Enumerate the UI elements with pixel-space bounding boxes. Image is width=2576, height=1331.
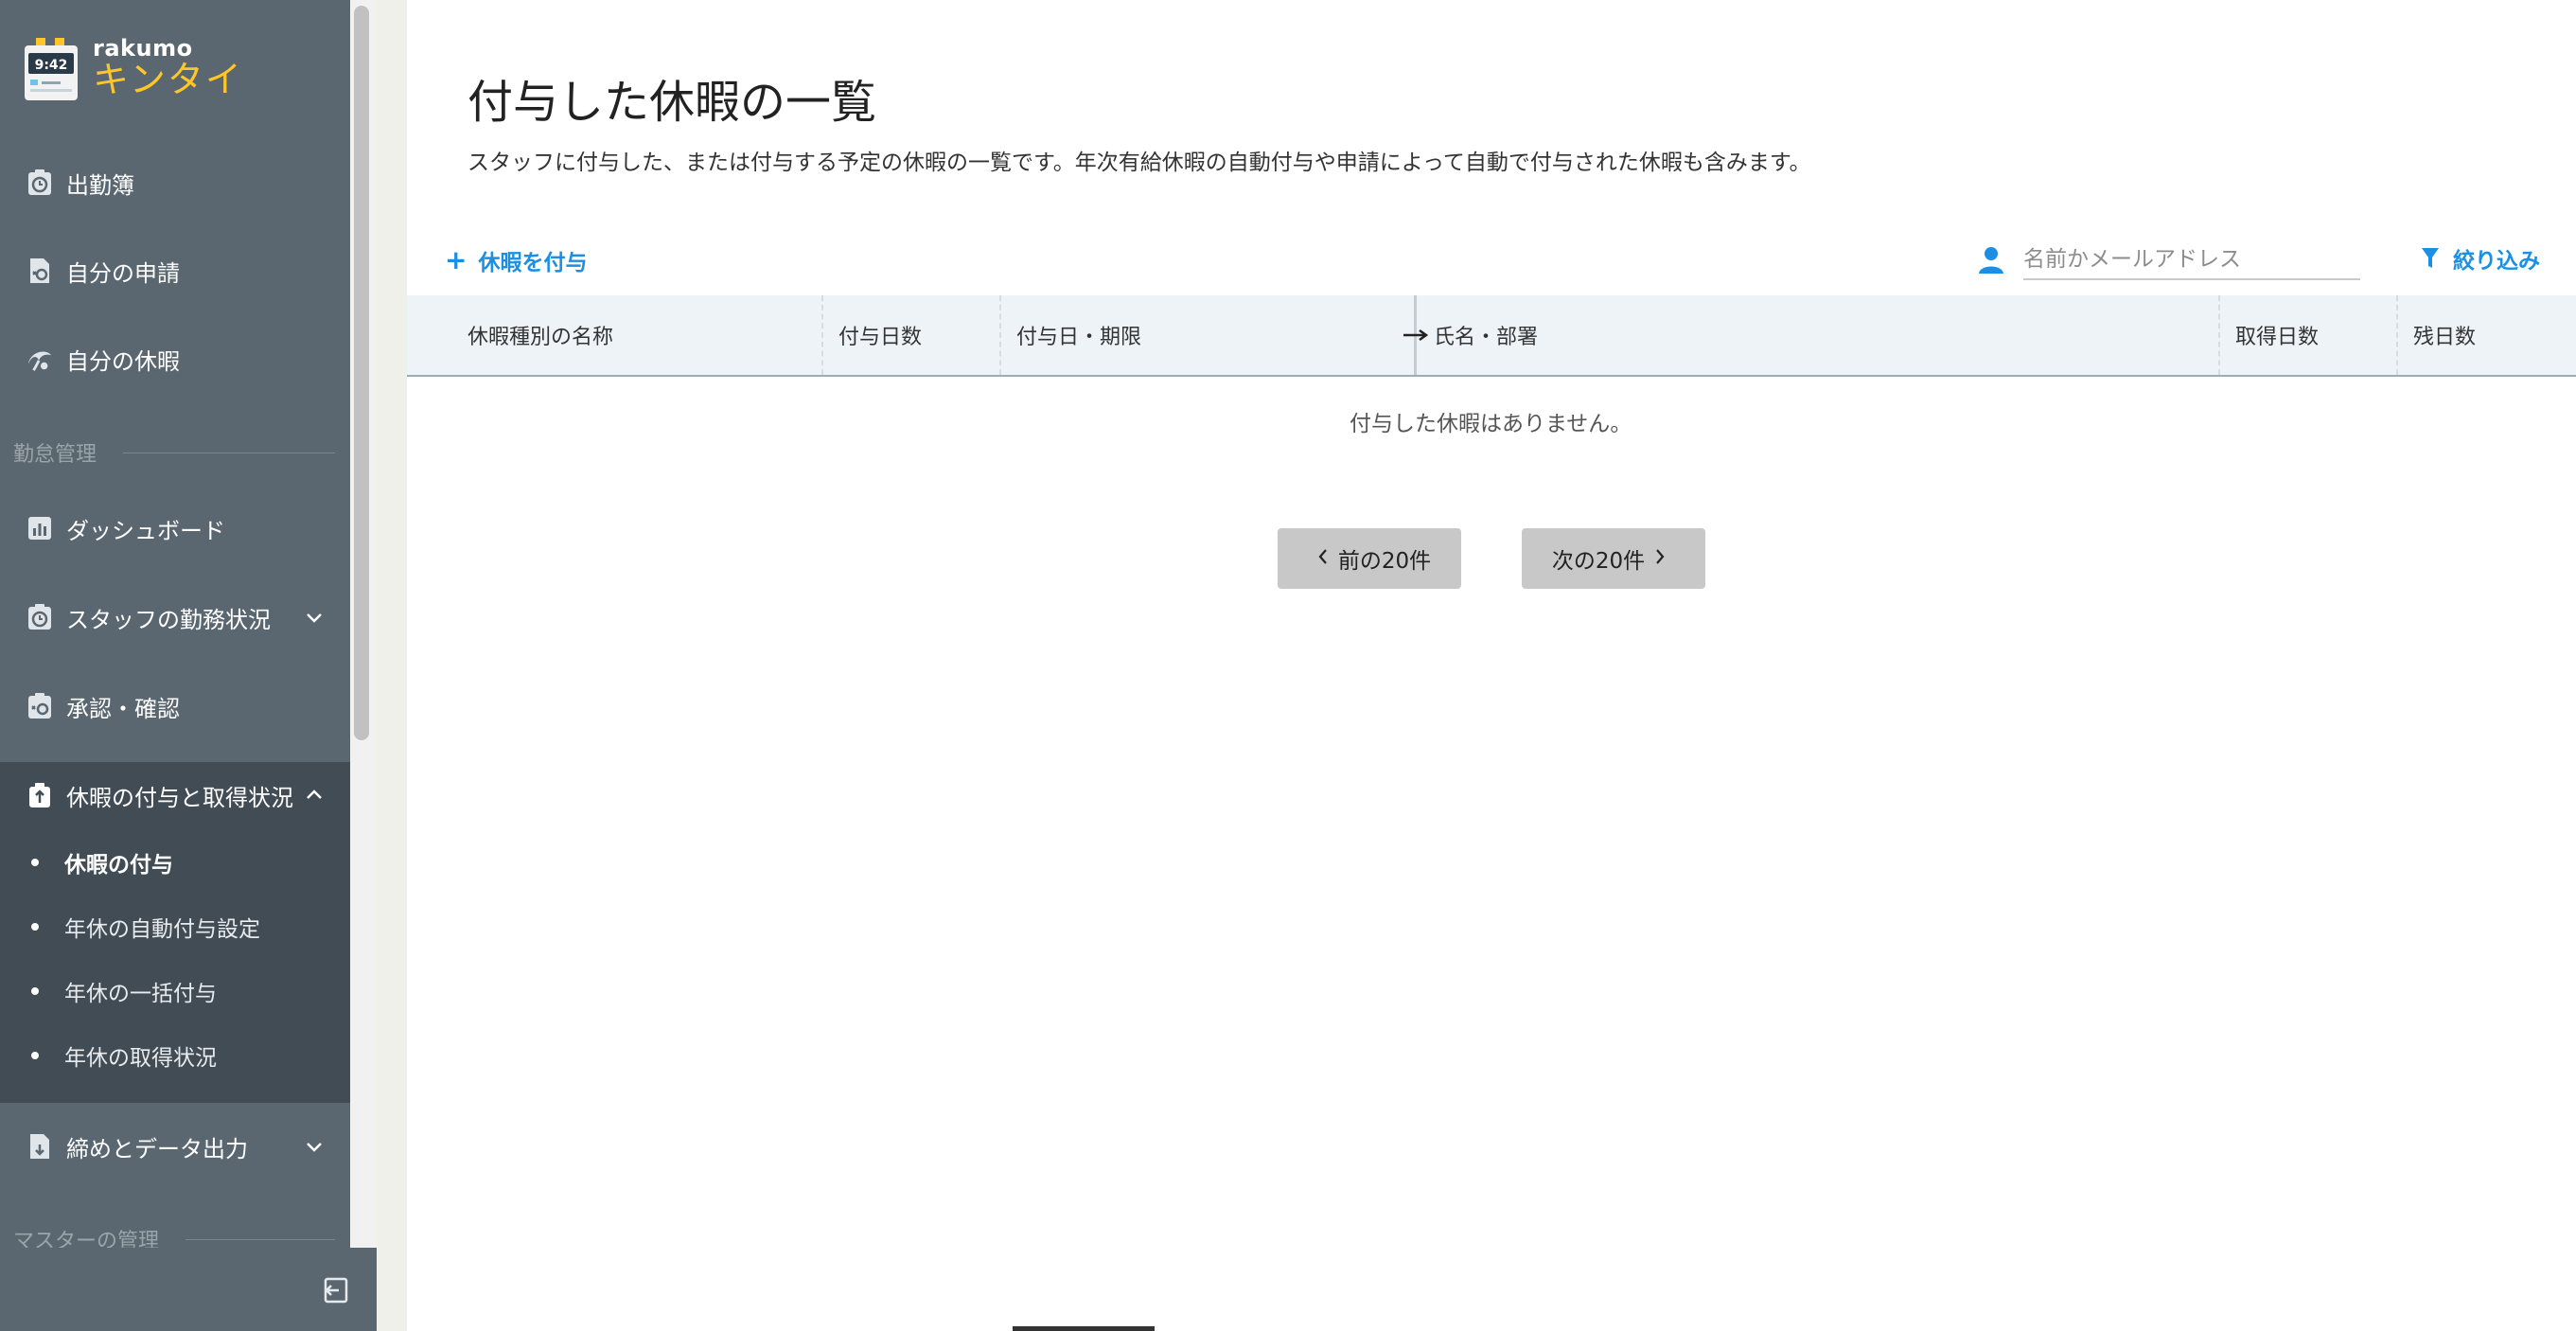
- column-header-used-days[interactable]: 取得日数: [2235, 295, 2319, 375]
- clock-badge-icon: [26, 604, 53, 630]
- sidebar-item-my-requests[interactable]: 自分の申請: [0, 242, 350, 299]
- bullet-dot: [31, 923, 39, 931]
- chevron-up-icon[interactable]: [303, 784, 326, 807]
- column-header-leave-type[interactable]: 休暇種別の名称: [468, 295, 613, 375]
- sidebar-item-leave-grant-status[interactable]: 休暇の付与と取得状況: [0, 767, 350, 824]
- sidebar-item-label: 休暇の付与と取得状況: [66, 784, 293, 811]
- sidebar-subitem-leave-grant[interactable]: 休暇の付与: [0, 834, 350, 891]
- sidebar-subitem-label: 休暇の付与: [64, 853, 173, 878]
- section-divider: [185, 1238, 335, 1240]
- sidebar-footer: [0, 1248, 377, 1331]
- column-header-granted-days[interactable]: 付与日数: [838, 295, 922, 375]
- plus-icon: +: [445, 244, 468, 275]
- chevron-down-icon[interactable]: [303, 1135, 326, 1158]
- add-leave-label: 休暇を付与: [478, 251, 588, 275]
- sidebar-item-label: 出勤簿: [66, 171, 134, 199]
- table-header: 休暇種別の名称 付与日数 付与日・期限 氏名・部署 取得日数 残日数: [407, 295, 2576, 377]
- sidebar-item-closing-export[interactable]: 締めとデータ出力: [0, 1118, 350, 1175]
- document-request-icon: [26, 257, 53, 284]
- sidebar-item-attendance-book[interactable]: 出勤簿: [0, 154, 350, 211]
- sidebar-item-label: 自分の休暇: [66, 347, 180, 375]
- sidebar-item-label: 締めとデータ出力: [66, 1135, 248, 1162]
- clock-display: 9:42: [35, 58, 68, 73]
- column-divider: [999, 295, 1001, 375]
- column-divider: [821, 295, 823, 375]
- sidebar-subitem-label: 年休の自動付与設定: [64, 917, 260, 942]
- chevron-left-icon: [1317, 547, 1329, 571]
- empty-state-message: 付与した休暇はありません。: [1350, 412, 1632, 436]
- person-icon: [1978, 246, 2004, 275]
- sidebar-item-label: ダッシュボード: [66, 517, 225, 544]
- prev-page-label: 前の20件: [1337, 549, 1432, 574]
- main-content: 付与した休暇の一覧 スタッフに付与した、または付与する予定の休暇の一覧です。年次…: [407, 0, 2576, 1331]
- column-header-remaining-days[interactable]: 残日数: [2413, 295, 2476, 375]
- add-leave-button[interactable]: + 休暇を付与: [445, 244, 587, 276]
- prev-page-button[interactable]: 前の20件: [1278, 528, 1461, 589]
- sidebar-subitem-label: 年休の一括付与: [64, 982, 217, 1006]
- bullet-dot: [31, 1052, 39, 1059]
- sidebar: 9:42 rakumo キンタイ 出勤簿 自分の申請 自分の休暇 勤怠管理 ダッ…: [0, 0, 350, 1331]
- app-logo[interactable]: 9:42 rakumo キンタイ: [23, 36, 243, 102]
- column-header-name-department[interactable]: 氏名・部署: [1434, 295, 1538, 375]
- sidebar-item-dashboard[interactable]: ダッシュボード: [0, 500, 350, 557]
- sidebar-item-label: 承認・確認: [66, 695, 180, 722]
- sidebar-item-my-leave[interactable]: 自分の休暇: [0, 330, 350, 387]
- sidebar-item-staff-status[interactable]: スタッフの勤務状況: [0, 589, 350, 646]
- bullet-dot: [31, 859, 39, 866]
- palm-leaf-icon: [26, 346, 53, 372]
- chart-icon: [26, 515, 53, 541]
- next-page-button[interactable]: 次の20件: [1522, 528, 1705, 589]
- content-gutter: [377, 0, 407, 1331]
- search-input[interactable]: [2023, 240, 2360, 280]
- sidebar-item-approval[interactable]: 承認・確認: [0, 678, 350, 735]
- page-description: スタッフに付与した、または付与する予定の休暇の一覧です。年次有給休暇の自動付与や…: [468, 151, 1811, 175]
- chevron-down-icon[interactable]: [303, 606, 326, 629]
- filter-button[interactable]: 絞り込み: [2421, 242, 2540, 275]
- arrow-right-icon: [1403, 295, 1431, 375]
- approval-icon: [26, 693, 53, 719]
- filter-funnel-icon: [2422, 248, 2439, 268]
- chevron-right-icon: [1654, 547, 1666, 571]
- sidebar-item-label: 自分の申請: [66, 259, 180, 287]
- export-document-icon: [26, 1133, 53, 1160]
- gift-clip-icon: [26, 782, 53, 808]
- sidebar-subitem-auto-grant-settings[interactable]: 年休の自動付与設定: [0, 898, 350, 955]
- clock-badge-icon: [26, 169, 53, 196]
- page-title: 付与した休暇の一覧: [468, 76, 877, 129]
- sidebar-subitem-usage-status[interactable]: 年休の取得状況: [0, 1027, 350, 1084]
- collapse-sidebar-icon[interactable]: [320, 1274, 352, 1306]
- next-page-label: 次の20件: [1551, 549, 1646, 574]
- bullet-dot: [31, 987, 39, 995]
- sidebar-scrollbar-thumb[interactable]: [354, 6, 369, 740]
- sidebar-subitem-label: 年休の取得状況: [64, 1046, 217, 1071]
- sidebar-subitem-bulk-grant[interactable]: 年休の一括付与: [0, 963, 350, 1020]
- sidebar-item-label: スタッフの勤務状況: [66, 606, 271, 633]
- column-header-grant-date-expiry[interactable]: 付与日・期限: [1016, 295, 1141, 375]
- search-box: [1978, 237, 2366, 284]
- filter-label: 絞り込み: [2453, 249, 2540, 274]
- section-label-attendance: 勤怠管理: [13, 437, 335, 468]
- bottom-edge-marker: [1013, 1326, 1155, 1331]
- column-divider: [2218, 295, 2220, 375]
- kintai-clock-logo-icon: 9:42: [23, 36, 79, 102]
- brand-large: キンタイ: [93, 59, 243, 100]
- leave-group-expanded: 休暇の付与と取得状況 休暇の付与 年休の自動付与設定 年休の一括付与 年休の取得…: [0, 762, 350, 1103]
- brand-small: rakumo: [93, 35, 193, 62]
- column-divider: [2396, 295, 2398, 375]
